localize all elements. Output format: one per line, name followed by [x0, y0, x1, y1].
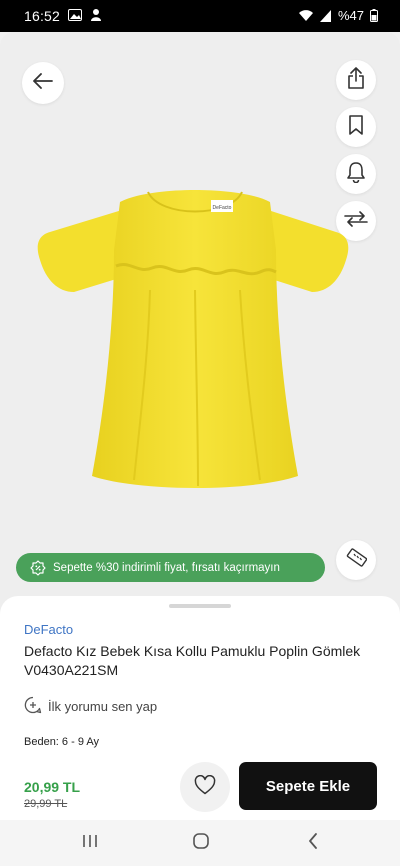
- system-nav-bar: [0, 820, 400, 866]
- status-system-icons: %47: [298, 8, 378, 23]
- signal-icon: [319, 9, 332, 22]
- home-button[interactable]: [189, 832, 213, 854]
- brand-name[interactable]: DeFacto: [24, 622, 73, 637]
- promo-banner[interactable]: Sepette %30 indirimli fiyat, fırsatı kaç…: [16, 553, 325, 582]
- share-button[interactable]: [336, 60, 376, 100]
- add-comment-icon: [24, 696, 42, 717]
- gallery-notification-icon: [68, 9, 82, 21]
- battery-text: %47: [337, 8, 364, 23]
- app-notification-icon: [90, 8, 102, 22]
- bookmark-button[interactable]: [336, 107, 376, 147]
- nav-back-button[interactable]: [301, 832, 325, 854]
- battery-icon: [370, 9, 378, 22]
- svg-text:DeFacto: DeFacto: [213, 205, 232, 211]
- size-guide-button[interactable]: [336, 540, 376, 580]
- product-title: Defacto Kız Bebek Kısa Kollu Pamuklu Pop…: [24, 643, 361, 678]
- status-time: 16:52: [24, 8, 61, 24]
- arrow-left-icon: [33, 72, 53, 94]
- add-to-cart-button[interactable]: Sepete Ekle: [239, 762, 377, 810]
- back-button[interactable]: [22, 62, 64, 104]
- bookmark-icon: [349, 114, 363, 140]
- status-notification-icons: [68, 8, 102, 22]
- chevron-left-icon: [307, 832, 319, 854]
- wifi-icon: [298, 9, 314, 22]
- product-image: DeFacto: [37, 190, 349, 488]
- product-info-sheet: DeFacto Defacto Kız Bebek Kısa Kollu Pam…: [0, 596, 400, 820]
- current-price: 20,99 TL: [24, 779, 81, 795]
- heart-icon: [194, 774, 216, 800]
- status-bar: 16:52 %47: [0, 0, 400, 32]
- sheet-handle[interactable]: [169, 604, 231, 608]
- home-icon: [192, 832, 210, 855]
- recents-button[interactable]: [78, 832, 102, 854]
- share-icon: [347, 66, 365, 94]
- discount-tag-icon: [30, 559, 46, 576]
- review-label: İlk yorumu sen yap: [48, 699, 158, 714]
- write-review-link[interactable]: İlk yorumu sen yap: [24, 696, 157, 717]
- selected-size[interactable]: Beden: 6 - 9 Ay: [24, 736, 99, 748]
- screen: 16:52 %47 DeFacto Sepette %30 indirimli …: [0, 0, 400, 866]
- favorite-button[interactable]: [180, 762, 230, 812]
- old-price: 29,99 TL: [24, 798, 68, 810]
- ruler-icon: [345, 547, 368, 574]
- shirt-left-sleeve: [37, 210, 127, 292]
- recents-icon: [82, 833, 98, 854]
- promo-text: Sepette %30 indirimli fiyat, fırsatı kaç…: [53, 561, 280, 574]
